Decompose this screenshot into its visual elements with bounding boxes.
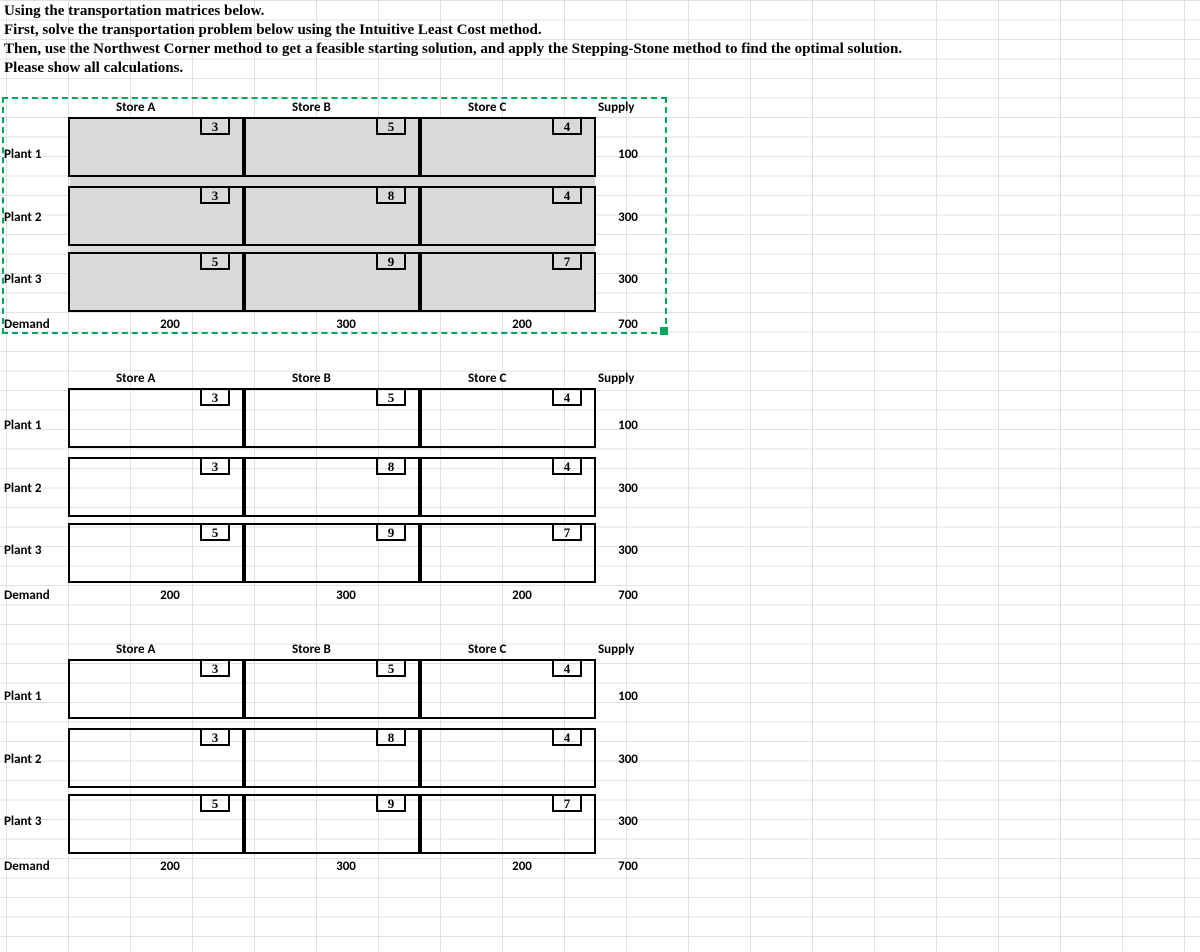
m2-cost-p1a: 3 (200, 388, 230, 406)
m3-cost-p2c: 4 (552, 728, 582, 746)
m3-supply-p2: 300 (608, 751, 648, 769)
m3-header-storeB: Store B (292, 641, 331, 659)
m1-supply-p3: 300 (608, 271, 648, 289)
m2-demand-c: 200 (502, 587, 542, 605)
m2-header-storeB: Store B (292, 370, 331, 388)
m3-cost-p3c: 7 (552, 794, 582, 812)
instruction-line-2: First, solve the transportation problem … (4, 21, 542, 39)
m3-cost-p1a: 3 (200, 659, 230, 677)
m3-row-demand: Demand (4, 858, 50, 876)
m3-header-storeA: Store A (116, 641, 155, 659)
m1-supply-p1: 100 (608, 146, 648, 164)
m3-cost-p2b: 8 (376, 728, 406, 746)
instruction-line-1: Using the transportation matrices below. (4, 2, 264, 20)
m1-cost-p3b: 9 (376, 252, 406, 270)
m1-cost-p1c: 4 (552, 117, 582, 135)
m2-cost-p1c: 4 (552, 388, 582, 406)
instruction-line-4: Please show all calculations. (4, 59, 183, 77)
m1-cost-p2b: 8 (376, 186, 406, 204)
m2-supply-p3: 300 (608, 542, 648, 560)
m2-supply-p1: 100 (608, 417, 648, 435)
m2-row-plant2: Plant 2 (4, 480, 41, 498)
m1-cost-p1b: 5 (376, 117, 406, 135)
m1-row-plant3: Plant 3 (4, 271, 41, 289)
m3-header-storeC: Store C (468, 641, 506, 659)
m1-cost-p1a: 3 (200, 117, 230, 135)
m1-header-storeC: Store C (468, 99, 506, 117)
m1-demand-b: 300 (326, 316, 366, 334)
m1-supply-p2: 300 (608, 209, 648, 227)
m3-cost-p3a: 5 (200, 794, 230, 812)
m3-cost-p1b: 5 (376, 659, 406, 677)
m1-header-storeA: Store A (116, 99, 155, 117)
m1-demand-a: 200 (150, 316, 190, 334)
m2-cost-p2c: 4 (552, 457, 582, 475)
m3-total: 700 (608, 858, 648, 876)
m3-row-plant2: Plant 2 (4, 751, 41, 769)
m3-supply-p1: 100 (608, 688, 648, 706)
spreadsheet-sheet: Using the transportation matrices below.… (0, 0, 1200, 952)
m3-demand-c: 200 (502, 858, 542, 876)
m3-demand-a: 200 (150, 858, 190, 876)
m1-row-demand: Demand (4, 316, 50, 334)
m3-row-plant1: Plant 1 (4, 688, 41, 706)
m1-row-plant2: Plant 2 (4, 209, 41, 227)
m1-cost-p3c: 7 (552, 252, 582, 270)
m2-cost-p2b: 8 (376, 457, 406, 475)
m2-cost-p3b: 9 (376, 523, 406, 541)
m3-row-plant3: Plant 3 (4, 813, 41, 831)
m1-cost-p2c: 4 (552, 186, 582, 204)
m3-cost-p3b: 9 (376, 794, 406, 812)
m2-supply-p2: 300 (608, 480, 648, 498)
m2-row-plant3: Plant 3 (4, 542, 41, 560)
m3-demand-b: 300 (326, 858, 366, 876)
m2-row-demand: Demand (4, 587, 50, 605)
m2-total: 700 (608, 587, 648, 605)
m1-row-plant1: Plant 1 (4, 146, 41, 164)
m3-cost-p2a: 3 (200, 728, 230, 746)
m2-cost-p3a: 5 (200, 523, 230, 541)
m2-cost-p1b: 5 (376, 388, 406, 406)
m2-cost-p2a: 3 (200, 457, 230, 475)
m1-header-storeB: Store B (292, 99, 331, 117)
m1-cost-p2a: 3 (200, 186, 230, 204)
m2-header-storeC: Store C (468, 370, 506, 388)
m1-cost-p3a: 5 (200, 252, 230, 270)
m1-demand-c: 200 (502, 316, 542, 334)
m2-cost-p3c: 7 (552, 523, 582, 541)
m2-header-supply: Supply (598, 370, 634, 388)
m2-demand-a: 200 (150, 587, 190, 605)
m3-supply-p3: 300 (608, 813, 648, 831)
m2-row-plant1: Plant 1 (4, 417, 41, 435)
m3-cost-p1c: 4 (552, 659, 582, 677)
m3-header-supply: Supply (598, 641, 634, 659)
m2-header-storeA: Store A (116, 370, 155, 388)
m1-header-supply: Supply (598, 99, 634, 117)
m2-demand-b: 300 (326, 587, 366, 605)
instruction-line-3: Then, use the Northwest Corner method to… (4, 40, 902, 58)
m1-total: 700 (608, 316, 648, 334)
